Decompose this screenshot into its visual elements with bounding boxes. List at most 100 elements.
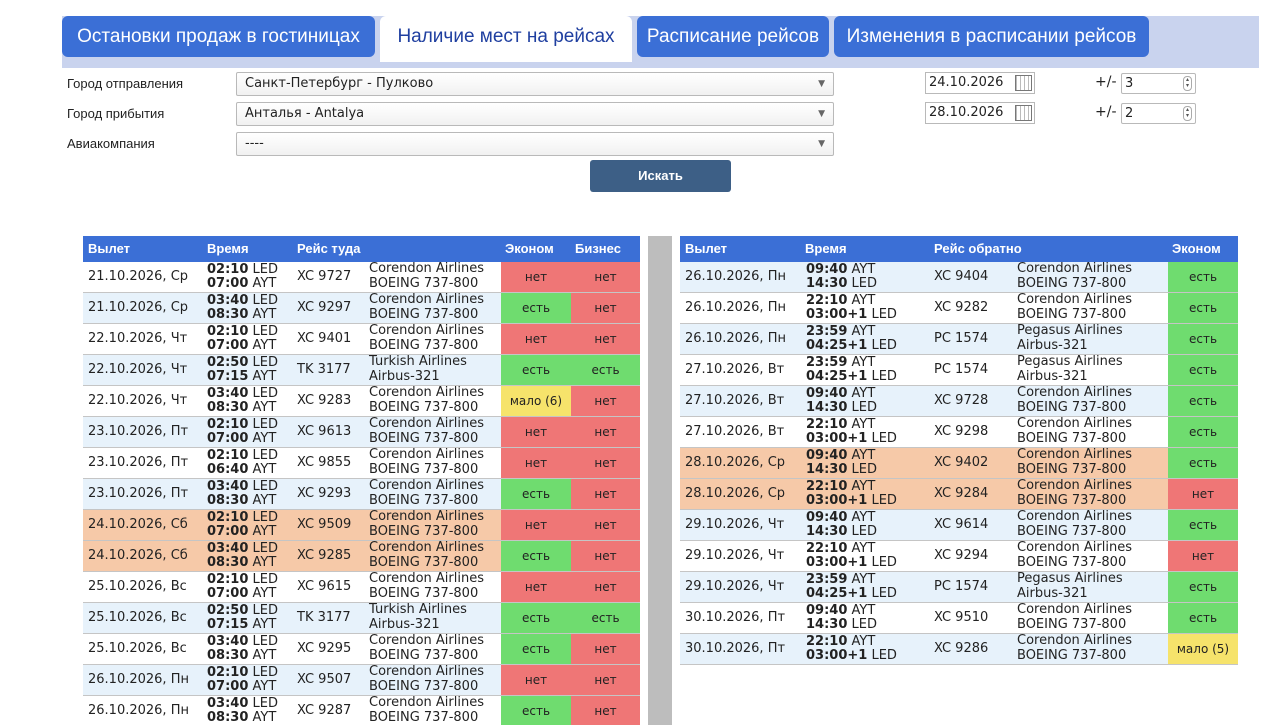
economy-availability[interactable]: есть: [1168, 324, 1238, 354]
economy-availability[interactable]: есть: [501, 355, 571, 385]
table-row: 26.10.2026, Пн 23:59 AYT 04:25+1 LED PC 157…: [680, 323, 1238, 355]
search-button[interactable]: Искать: [590, 160, 731, 192]
airline-name: Pegasus Airlines: [1017, 571, 1123, 586]
departure-airport: AYT: [851, 386, 876, 401]
economy-availability[interactable]: есть: [1168, 448, 1238, 478]
calendar-icon[interactable]: [1015, 75, 1032, 91]
arrival-airport: LED: [871, 555, 897, 570]
departure-time: 22:10: [806, 417, 848, 432]
calendar-icon[interactable]: [1015, 105, 1032, 121]
tab-flight-availability[interactable]: Наличие мест на рейсах: [380, 16, 632, 62]
departure-airport: LED: [252, 386, 278, 401]
business-availability[interactable]: нет: [571, 386, 640, 416]
departure-airport: LED: [252, 324, 278, 339]
business-availability[interactable]: нет: [571, 479, 640, 509]
table-row: 22.10.2026, Чт 03:40 LED 08:30 AYT XC 9283 C…: [83, 385, 640, 417]
flight-times: 23:59 AYT 04:25+1 LED: [806, 572, 897, 602]
business-availability[interactable]: есть: [571, 355, 640, 385]
departure-time: 02:10: [207, 324, 249, 339]
business-availability[interactable]: нет: [571, 696, 640, 725]
business-availability[interactable]: есть: [571, 603, 640, 633]
economy-availability[interactable]: есть: [1168, 603, 1238, 633]
table-divider: [648, 236, 672, 725]
range-back-stepper[interactable]: 2 ▴ ▾: [1121, 103, 1196, 124]
departure-date: 27.10.2026, Вт: [685, 424, 785, 439]
economy-availability[interactable]: есть: [1168, 355, 1238, 385]
spin-arrows-icon[interactable]: ▴ ▾: [1183, 106, 1192, 121]
flight-times: 09:40 AYT 14:30 LED: [806, 262, 877, 292]
economy-availability[interactable]: мало (5): [1168, 634, 1238, 664]
economy-availability[interactable]: есть: [501, 634, 571, 664]
business-availability[interactable]: нет: [571, 572, 640, 602]
range-out-stepper[interactable]: 3 ▴ ▾: [1121, 73, 1196, 94]
economy-availability[interactable]: нет: [501, 510, 571, 540]
economy-availability[interactable]: есть: [501, 293, 571, 323]
economy-availability[interactable]: есть: [501, 479, 571, 509]
table-row: 30.10.2026, Пт 09:40 AYT 14:30 LED XC 9510 C…: [680, 602, 1238, 634]
economy-availability[interactable]: нет: [501, 417, 571, 447]
date-out-input[interactable]: 24.10.2026: [925, 72, 1035, 94]
business-availability[interactable]: нет: [571, 634, 640, 664]
aircraft-type: BOEING 737-800: [1017, 399, 1127, 415]
airline-name: Corendon Airlines: [369, 509, 484, 524]
departure-airport: AYT: [851, 634, 876, 649]
departure-time: 03:40: [207, 696, 249, 711]
flight-number: XC 9614: [934, 517, 989, 532]
business-availability[interactable]: нет: [571, 665, 640, 695]
business-availability[interactable]: нет: [571, 293, 640, 323]
arrival-airport: AYT: [252, 586, 277, 601]
arrival-airport: AYT: [252, 400, 277, 415]
airline-name: Corendon Airlines: [369, 633, 484, 648]
arrival-city-select[interactable]: Анталья - Antalya ▼: [236, 102, 834, 126]
departure-city-select[interactable]: Санкт-Петербург - Пулково ▼: [236, 72, 834, 96]
business-availability[interactable]: нет: [571, 324, 640, 354]
departure-airport: AYT: [851, 355, 876, 370]
economy-availability[interactable]: есть: [1168, 510, 1238, 540]
spin-arrows-icon[interactable]: ▴ ▾: [1183, 76, 1192, 91]
flight-number: PC 1574: [934, 362, 989, 377]
business-availability[interactable]: нет: [571, 448, 640, 478]
economy-availability[interactable]: есть: [501, 541, 571, 571]
business-availability[interactable]: нет: [571, 262, 640, 292]
arrival-time: 08:30: [207, 648, 249, 663]
departure-time: 03:40: [207, 541, 249, 556]
departure-date: 28.10.2026, Ср: [685, 455, 786, 470]
economy-availability[interactable]: есть: [1168, 572, 1238, 602]
departure-airport: LED: [252, 479, 278, 494]
economy-availability[interactable]: нет: [501, 324, 571, 354]
tab-flight-schedule[interactable]: Расписание рейсов: [637, 16, 829, 57]
economy-availability[interactable]: есть: [501, 603, 571, 633]
business-availability[interactable]: нет: [571, 510, 640, 540]
business-availability[interactable]: нет: [571, 541, 640, 571]
date-back-input[interactable]: 28.10.2026: [925, 102, 1035, 124]
tab-bar: Остановки продаж в гостиницах Наличие ме…: [62, 16, 1259, 68]
airline-name: Corendon Airlines: [369, 695, 484, 710]
arrival-time: 14:30: [806, 276, 848, 291]
tab-hotel-stop-sales[interactable]: Остановки продаж в гостиницах: [62, 16, 375, 57]
economy-availability[interactable]: нет: [501, 572, 571, 602]
table-row: 23.10.2026, Пт 03:40 LED 08:30 AYT XC 9293 C…: [83, 478, 640, 510]
flight-times: 22:10 AYT 03:00+1 LED: [806, 541, 897, 571]
tab-schedule-changes[interactable]: Изменения в расписании рейсов: [834, 16, 1149, 57]
departure-date: 24.10.2026, Сб: [88, 517, 188, 532]
departure-date: 29.10.2026, Чт: [685, 579, 785, 594]
economy-availability[interactable]: нет: [501, 448, 571, 478]
economy-availability[interactable]: мало (6): [501, 386, 571, 416]
economy-availability[interactable]: нет: [501, 262, 571, 292]
economy-availability[interactable]: есть: [1168, 386, 1238, 416]
arrival-time: 06:40: [207, 462, 249, 477]
chevron-down-icon: ▼: [818, 79, 825, 89]
arrival-airport: LED: [871, 493, 897, 508]
economy-availability[interactable]: нет: [501, 665, 571, 695]
economy-availability[interactable]: есть: [1168, 293, 1238, 323]
economy-availability[interactable]: есть: [1168, 262, 1238, 292]
economy-availability[interactable]: нет: [1168, 479, 1238, 509]
arrival-airport: LED: [871, 307, 897, 322]
business-availability[interactable]: нет: [571, 417, 640, 447]
table-row: 22.10.2026, Чт 02:10 LED 07:00 AYT XC 9401 C…: [83, 323, 640, 355]
economy-availability[interactable]: нет: [1168, 541, 1238, 571]
economy-availability[interactable]: есть: [501, 696, 571, 725]
airline-select[interactable]: ---- ▼: [236, 132, 834, 156]
arrival-time: 03:00+1: [806, 555, 868, 570]
economy-availability[interactable]: есть: [1168, 417, 1238, 447]
